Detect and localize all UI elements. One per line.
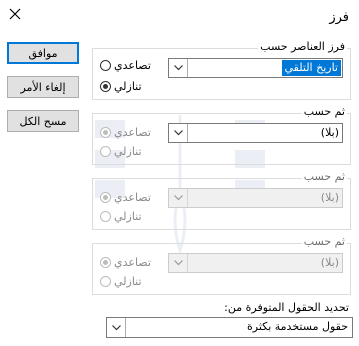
- then-by-3-value: (بلا): [320, 256, 339, 269]
- radio-label: تصاعدي: [114, 58, 151, 72]
- radio-label: تنازلي: [114, 144, 142, 158]
- then-by-3-label: ثم حسب: [301, 235, 347, 248]
- chevron-down-icon[interactable]: [169, 189, 188, 207]
- close-icon: [9, 8, 21, 20]
- radio-label: تصاعدي: [114, 125, 151, 139]
- radio-button[interactable]: [100, 191, 111, 203]
- radio-label: تصاعدي: [114, 255, 151, 269]
- chevron-down-icon[interactable]: [169, 254, 188, 272]
- fields-from-label: تحديد الحقول المتوفرة من:: [224, 301, 349, 314]
- chevron-down-icon[interactable]: [107, 318, 126, 337]
- then-by-3-descending-option[interactable]: تنازلي: [100, 274, 142, 288]
- fields-from-value: حقول مستخدمة بكثرة: [246, 320, 348, 333]
- then-by-2-combo[interactable]: (بلا): [168, 188, 343, 208]
- sort-by-descending-option[interactable]: تنازلي: [100, 79, 142, 93]
- sort-by-ascending-option[interactable]: تصاعدي: [100, 58, 151, 72]
- radio-button[interactable]: [100, 145, 111, 157]
- then-by-2-label: ثم حسب: [301, 170, 347, 183]
- radio-label: تنازلي: [114, 79, 142, 93]
- then-by-2-ascending-option[interactable]: تصاعدي: [100, 190, 151, 204]
- clear-all-button[interactable]: مسح الكل: [7, 110, 79, 132]
- radio-button[interactable]: [100, 59, 111, 71]
- sort-by-value: تاريخ التلقي: [281, 60, 341, 76]
- radio-label: تنازلي: [114, 209, 142, 223]
- then-by-1-label: ثم حسب: [301, 105, 347, 118]
- then-by-2-descending-option[interactable]: تنازلي: [100, 209, 142, 223]
- sort-by-combo[interactable]: تاريخ التلقي: [168, 58, 343, 78]
- radio-label: تنازلي: [114, 274, 142, 288]
- radio-button[interactable]: [100, 256, 111, 268]
- then-by-3-combo[interactable]: (بلا): [168, 253, 343, 273]
- then-by-2-value: (بلا): [320, 191, 339, 204]
- then-by-1-combo[interactable]: (بلا): [168, 123, 343, 143]
- then-by-1-ascending-option[interactable]: تصاعدي: [100, 125, 151, 139]
- cancel-button[interactable]: إلغاء الأمر: [7, 76, 79, 98]
- radio-label: تصاعدي: [114, 190, 151, 204]
- ok-button[interactable]: موافق: [7, 42, 79, 64]
- radio-button[interactable]: [100, 126, 111, 138]
- then-by-3-ascending-option[interactable]: تصاعدي: [100, 255, 151, 269]
- chevron-down-icon[interactable]: [169, 124, 188, 142]
- radio-button[interactable]: [100, 275, 111, 287]
- close-button[interactable]: [6, 5, 24, 23]
- radio-button[interactable]: [100, 210, 111, 222]
- sort-by-label: فرز العناصر حسب: [258, 40, 347, 53]
- radio-button[interactable]: [100, 80, 111, 92]
- window-title: فرز: [329, 10, 349, 25]
- then-by-1-descending-option[interactable]: تنازلي: [100, 144, 142, 158]
- fields-from-combo[interactable]: حقول مستخدمة بكثرة: [106, 317, 353, 338]
- then-by-1-value: (بلا): [320, 126, 339, 139]
- chevron-down-icon[interactable]: [169, 59, 188, 77]
